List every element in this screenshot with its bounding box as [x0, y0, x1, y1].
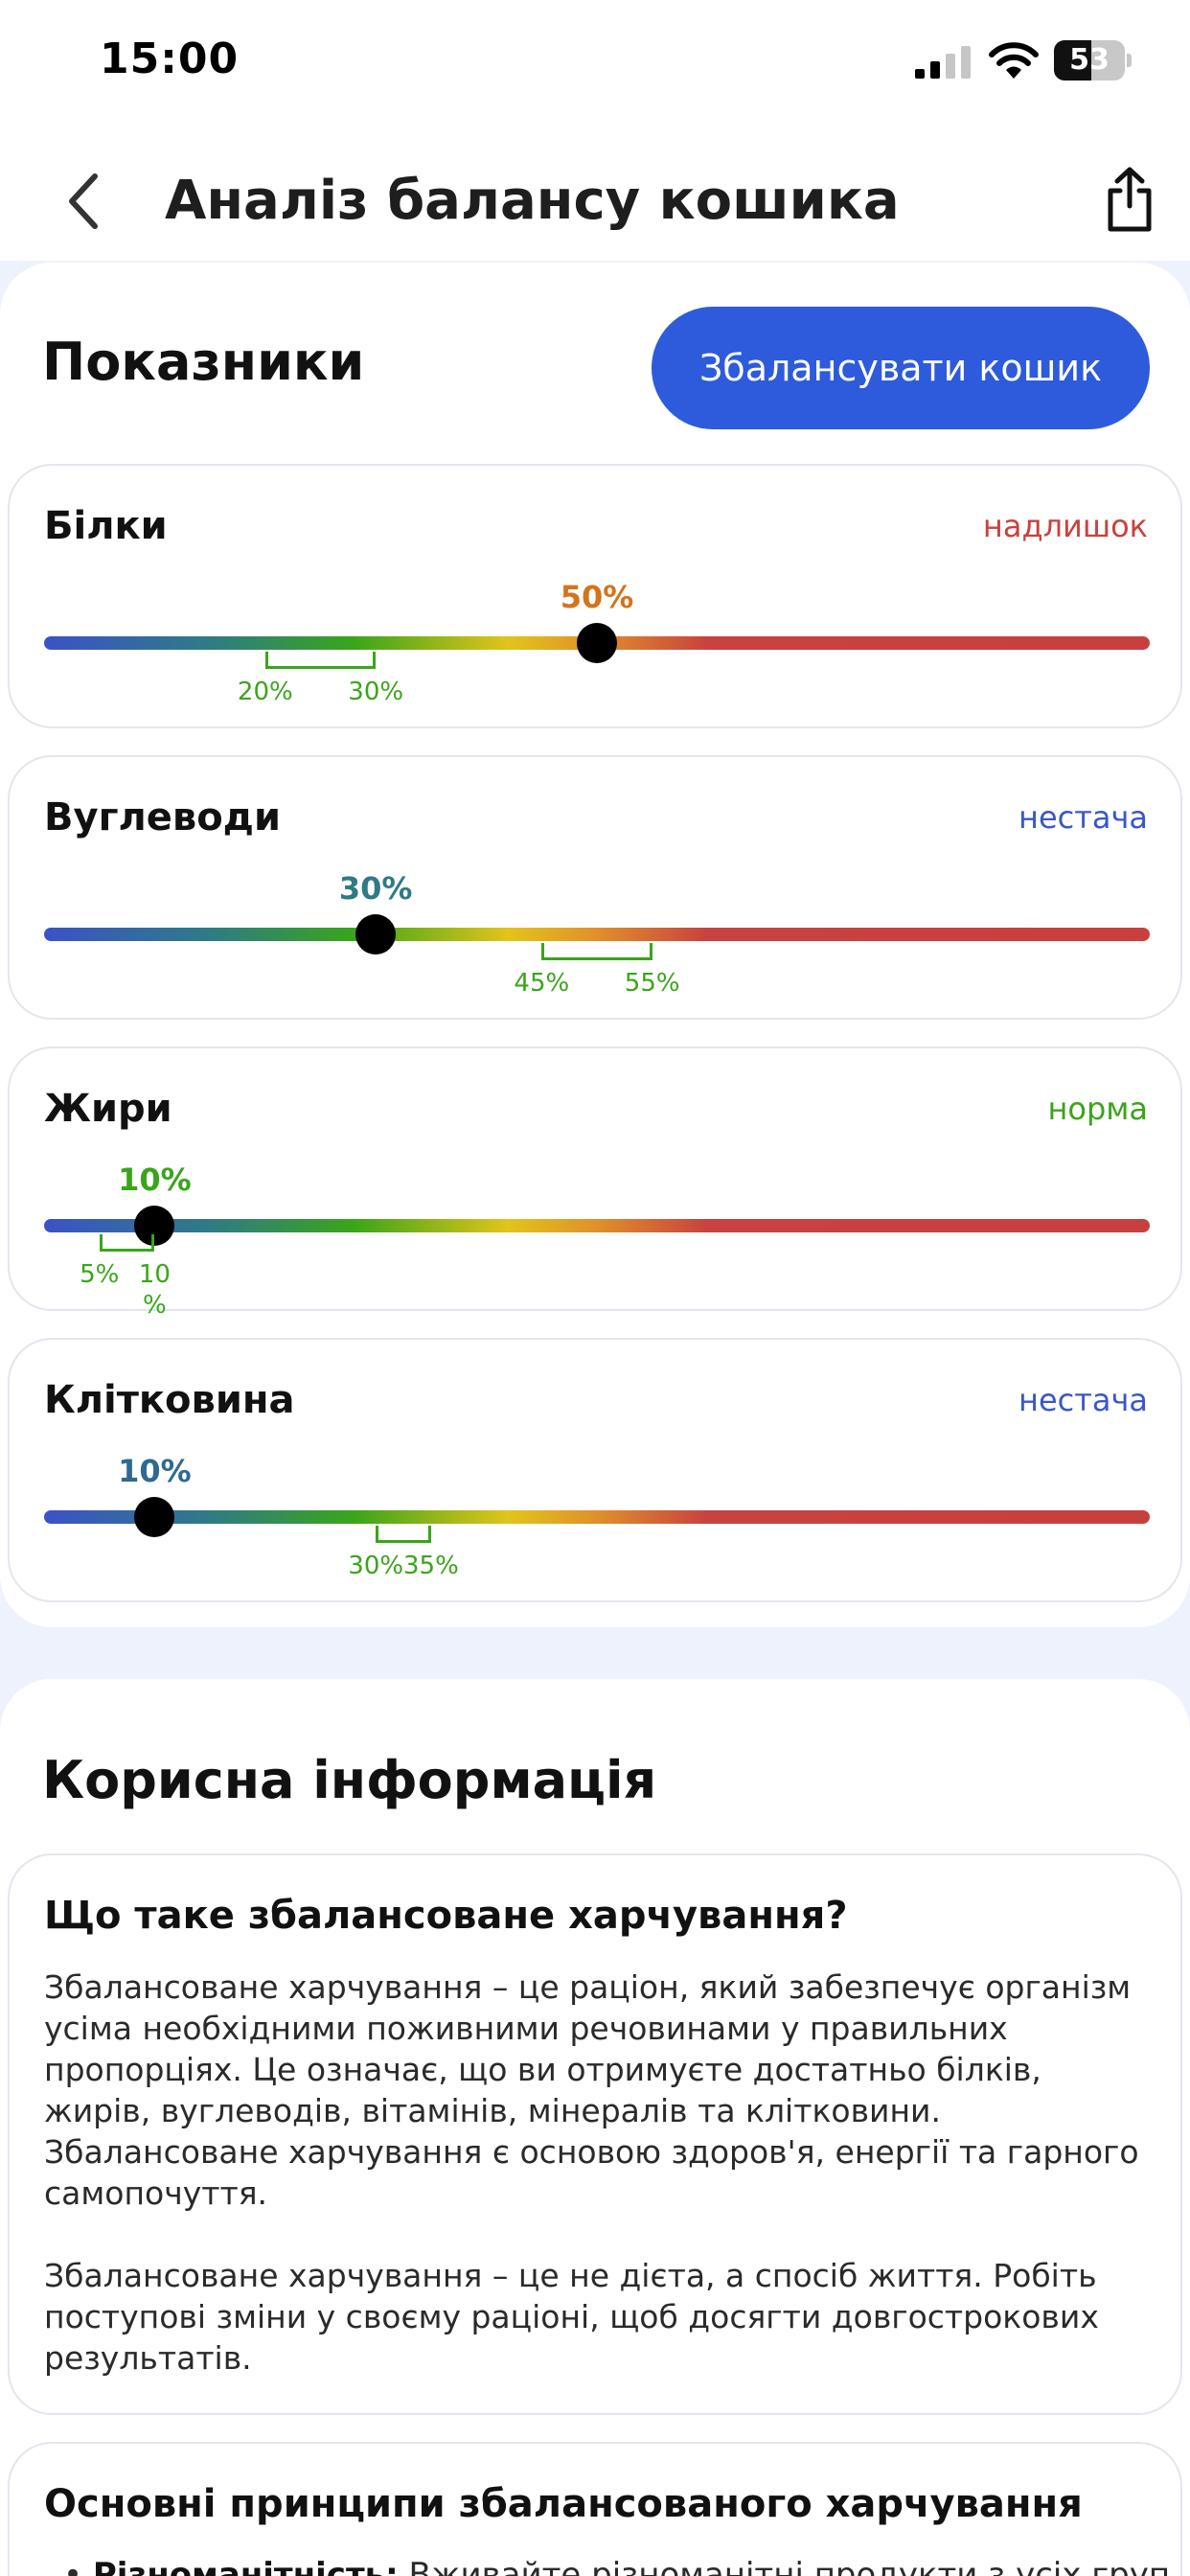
norm-range-bracket [264, 652, 377, 669]
nutrient-value: 10% [118, 1162, 192, 1198]
nutrient-name: Вуглеводи [44, 795, 282, 840]
nutrient-scale-bar [44, 1219, 1150, 1232]
nutrient-status: надлишок [982, 508, 1148, 544]
info-paragraph-2: Збалансоване харчування – це не дієта, а… [44, 2257, 1099, 2377]
info-title: Корисна інформація [42, 1750, 657, 1810]
norm-range-bracket [541, 943, 652, 960]
battery-percentage: 53 [1069, 43, 1110, 77]
page-title: Аналіз балансу кошика [165, 170, 900, 232]
cellular-signal-icon [915, 46, 971, 79]
nutrient-card: Вуглеводи нестача 30% 45% 55% [8, 755, 1182, 1020]
norm-range-max: 35% [402, 1552, 459, 1580]
nutrient-name: Білки [44, 504, 168, 548]
norm-range-min: 45% [514, 969, 570, 998]
battery-icon: 53 [1054, 40, 1133, 80]
nutrient-status: норма [1047, 1091, 1148, 1127]
nutrient-value: 10% [118, 1453, 192, 1489]
chevron-left-icon [69, 173, 98, 229]
info-card-text: Збалансоване харчування – це раціон, яки… [44, 1966, 1156, 2379]
list-item: • Різноманітність: Вживайте різноманітні… [63, 2555, 1190, 2576]
status-time: 15:00 [100, 34, 240, 83]
share-button[interactable] [1100, 161, 1159, 238]
info-card-title: Що таке збалансоване харчування? [44, 1894, 848, 1938]
indicators-title: Показники [42, 332, 365, 392]
norm-range-max: 10 % [138, 1260, 171, 1320]
norm-range-min: 30% [348, 1552, 404, 1580]
app-header: Аналіз балансу кошика [0, 144, 1190, 259]
norm-range-min: 20% [237, 678, 293, 706]
norm-range-max: 55% [624, 969, 680, 998]
nutrient-value-marker [355, 914, 397, 954]
norm-range-bracket [376, 1526, 431, 1543]
nutrient-card: Білки надлишок 50% 20% 30% [8, 464, 1182, 728]
nutrient-status: нестача [1018, 799, 1148, 836]
norm-range-bracket [99, 1234, 155, 1252]
info-card-principles: Основні принципи збалансованого харчуван… [8, 2442, 1182, 2576]
norm-range-max: 30% [348, 678, 404, 706]
nutrient-name: Клітковина [44, 1378, 295, 1422]
nutrient-value: 30% [338, 870, 413, 907]
info-card-balanced-nutrition: Що таке збалансоване харчування? Збаланс… [8, 1853, 1182, 2415]
nutrient-card: Жири норма 10% 5% 10 % [8, 1046, 1182, 1320]
back-button[interactable] [50, 165, 117, 238]
nutrient-scale-bar [44, 928, 1150, 941]
info-paragraph-1: Збалансоване харчування – це раціон, яки… [44, 1968, 1139, 2212]
nutrient-value-marker [577, 623, 617, 663]
bullet-term: Різноманітність: [92, 2556, 399, 2576]
balance-cart-button[interactable]: Збалансувати кошик [652, 307, 1150, 429]
nutrient-scale-bar [44, 1510, 1150, 1524]
bullet-text: Вживайте різноманітні продукти з усіх гр… [398, 2556, 1171, 2576]
info-card-title: Основні принципи збалансованого харчуван… [44, 2482, 1083, 2526]
nutrient-name: Жири [44, 1087, 172, 1131]
nutrient-card: Клітковина нестача 10% 30% 35% [8, 1338, 1182, 1602]
nutrient-value: 50% [560, 579, 634, 615]
status-bar: 15:00 53 [0, 0, 1190, 125]
wifi-icon [989, 42, 1039, 79]
nutrient-value-marker [134, 1497, 175, 1537]
share-icon [1108, 167, 1152, 232]
norm-range-min: 5% [80, 1260, 120, 1289]
nutrient-status: нестача [1018, 1382, 1148, 1418]
